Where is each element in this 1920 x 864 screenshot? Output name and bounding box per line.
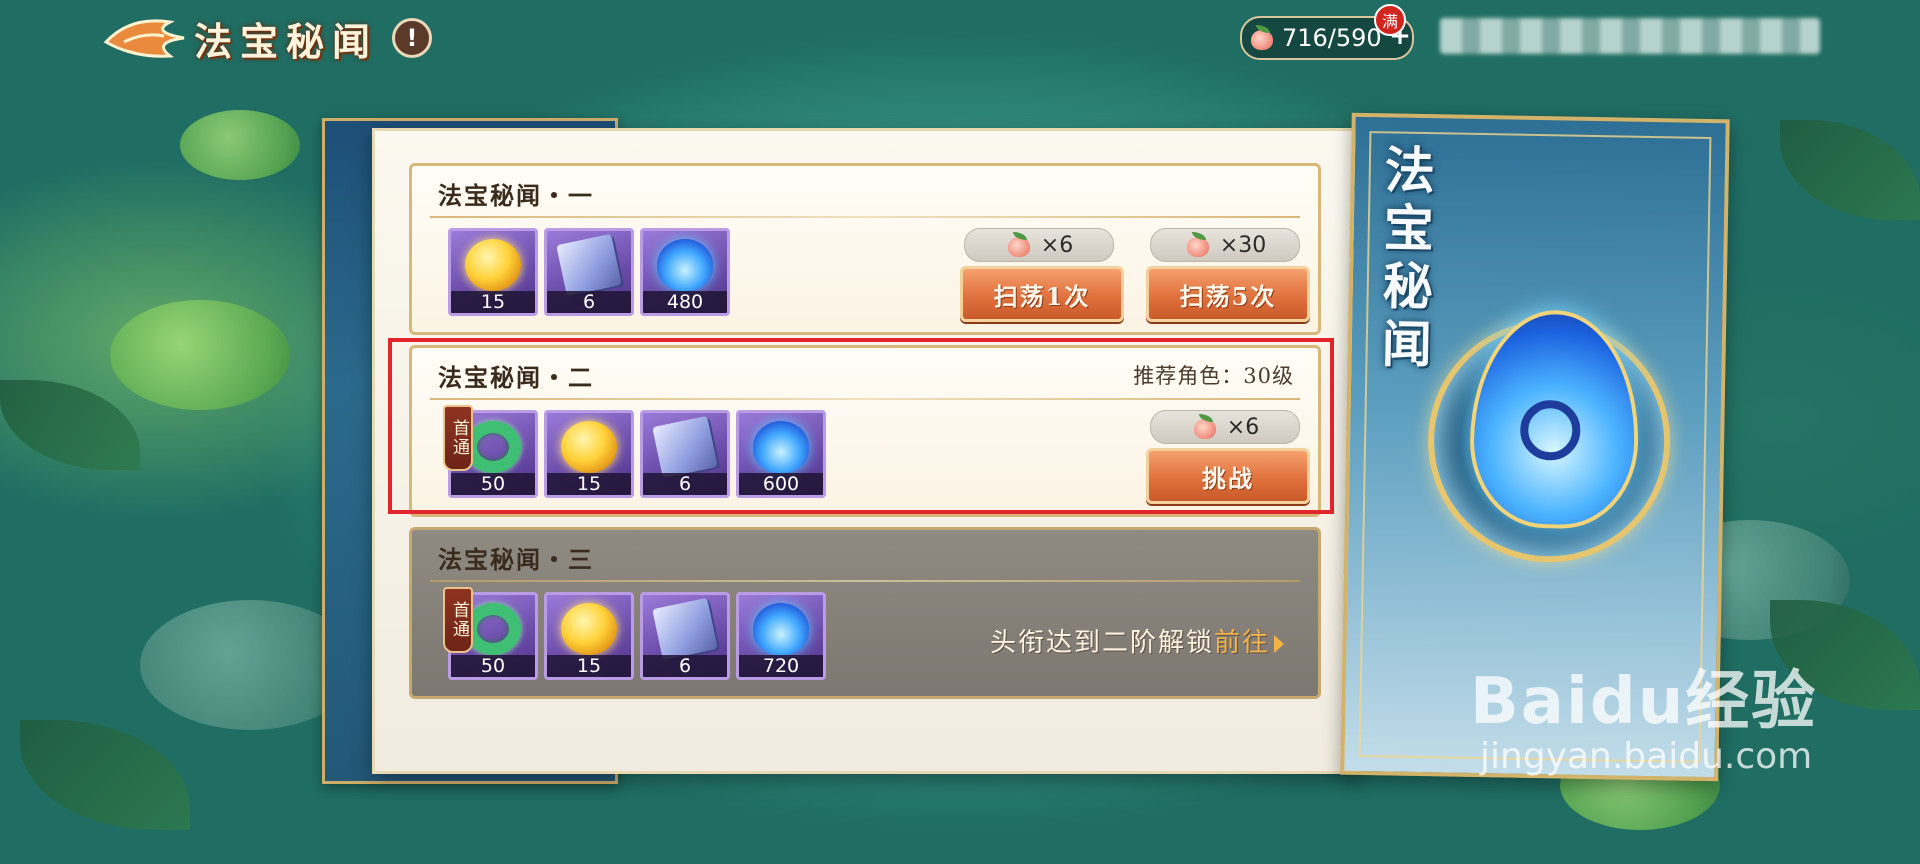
level-card-1: 法宝秘闻・一 15 6 480 ×6 扫荡1次 ×30 扫荡5次: [409, 163, 1321, 335]
jade-dragon-ring-icon: [465, 421, 521, 473]
reward-item[interactable]: 480: [640, 228, 730, 316]
top-bar: 法宝秘闻 !: [100, 10, 433, 66]
gold-orb-icon: [465, 239, 521, 291]
reward-qty: 480: [643, 291, 727, 313]
unlock-requirement: 头衔达到二阶解锁前往: [990, 622, 1284, 659]
cost-pill: ×6: [1150, 410, 1300, 444]
chevron-right-icon: [1274, 635, 1284, 653]
challenge-button[interactable]: 挑战: [1146, 448, 1310, 504]
reward-list: 首通 50 15 6 720: [443, 587, 826, 680]
reward-qty: 6: [643, 655, 727, 677]
reward-item[interactable]: 首通 50: [443, 587, 538, 680]
reward-qty: 50: [451, 473, 535, 495]
exp-book-icon: [652, 597, 718, 661]
blue-flame-icon: [753, 603, 809, 655]
cost-value: ×30: [1219, 232, 1267, 258]
reward-item[interactable]: 720: [736, 592, 826, 680]
level-card-2: 法宝秘闻・二 推荐角色：30级 首通 50 15 6 600 ×6 挑战: [409, 345, 1321, 517]
reward-qty: 6: [547, 291, 631, 313]
level-title: 法宝秘闻・三: [438, 545, 594, 574]
sweep-1-button[interactable]: 扫荡1次: [960, 266, 1124, 322]
reward-item[interactable]: 15: [448, 228, 538, 316]
side-card-title: 法宝秘闻: [1381, 140, 1436, 375]
peach-icon: [1248, 25, 1276, 51]
cost-pill: ×6: [964, 228, 1114, 262]
sweep-5-button[interactable]: 扫荡5次: [1146, 266, 1310, 322]
reward-item[interactable]: 600: [736, 410, 826, 498]
reward-list: 15 6 480: [448, 228, 730, 316]
reward-qty: 50: [451, 655, 535, 677]
reward-qty: 720: [739, 655, 823, 677]
blurred-player-info: [1440, 18, 1820, 54]
stamina-counter: 716/590 + 满: [1240, 4, 1414, 60]
reward-qty: 15: [547, 655, 631, 677]
foliage: [20, 720, 190, 830]
goto-link[interactable]: 前往: [1214, 628, 1284, 658]
back-emblem-icon[interactable]: [100, 12, 190, 64]
reward-item[interactable]: 6: [640, 592, 730, 680]
level-title: 法宝秘闻・一: [438, 181, 594, 210]
level-list-panel: 法宝秘闻・一 15 6 480 ×6 扫荡1次 ×30 扫荡5次 法宝秘闻・二 …: [372, 128, 1360, 774]
exp-book-icon: [652, 415, 718, 479]
divider: [430, 580, 1300, 582]
level-title: 法宝秘闻・二: [438, 363, 594, 392]
level-card-3: 法宝秘闻・三 首通 50 15 6 720 头衔达到二阶解锁前往: [409, 527, 1321, 699]
gold-orb-icon: [561, 603, 617, 655]
reward-qty: 15: [451, 291, 535, 313]
cost-pill: ×30: [1150, 228, 1300, 262]
watermark-url: jingyan.baidu.com: [1480, 736, 1813, 777]
page-title: 法宝秘闻: [194, 18, 379, 64]
reward-item[interactable]: 6: [640, 410, 730, 498]
stamina-value: 716/590: [1282, 24, 1382, 52]
goto-label: 前往: [1213, 628, 1270, 658]
watermark-brand: Baidu经验: [1470, 665, 1818, 739]
blue-flame-icon: [753, 421, 809, 473]
first-clear-badge: 首通: [443, 587, 473, 653]
lily-pad: [110, 300, 290, 410]
reward-qty: 600: [739, 473, 823, 495]
reward-item[interactable]: 15: [544, 410, 634, 498]
exp-book-icon: [556, 233, 622, 297]
reward-list: 首通 50 15 6 600: [443, 405, 826, 498]
jade-dragon-ring-icon: [465, 603, 521, 655]
peach-icon: [1184, 232, 1212, 258]
reward-item[interactable]: 15: [544, 592, 634, 680]
blue-flame-icon: [657, 239, 713, 291]
lily-pad: [180, 110, 300, 180]
cost-value: ×6: [1226, 414, 1260, 440]
info-icon[interactable]: !: [392, 18, 433, 58]
peach-icon: [1191, 414, 1219, 440]
foliage: [1780, 120, 1920, 220]
reward-item[interactable]: 首通 50: [443, 405, 538, 498]
recommended-level: 推荐角色：30级: [1133, 364, 1294, 388]
divider: [430, 398, 1300, 400]
foliage: [0, 380, 140, 470]
reward-qty: 15: [547, 473, 631, 495]
full-badge: 满: [1374, 4, 1406, 36]
divider: [430, 216, 1300, 218]
watermark: Baidu经验 jingyan.baidu.com: [1470, 650, 1817, 777]
reward-item[interactable]: 6: [544, 228, 634, 316]
reward-qty: 6: [643, 473, 727, 495]
gold-orb-icon: [561, 421, 617, 473]
peach-icon: [1005, 232, 1033, 258]
cost-value: ×6: [1040, 232, 1074, 258]
unlock-text: 头衔达到二阶解锁: [989, 628, 1214, 658]
first-clear-badge: 首通: [443, 405, 473, 471]
